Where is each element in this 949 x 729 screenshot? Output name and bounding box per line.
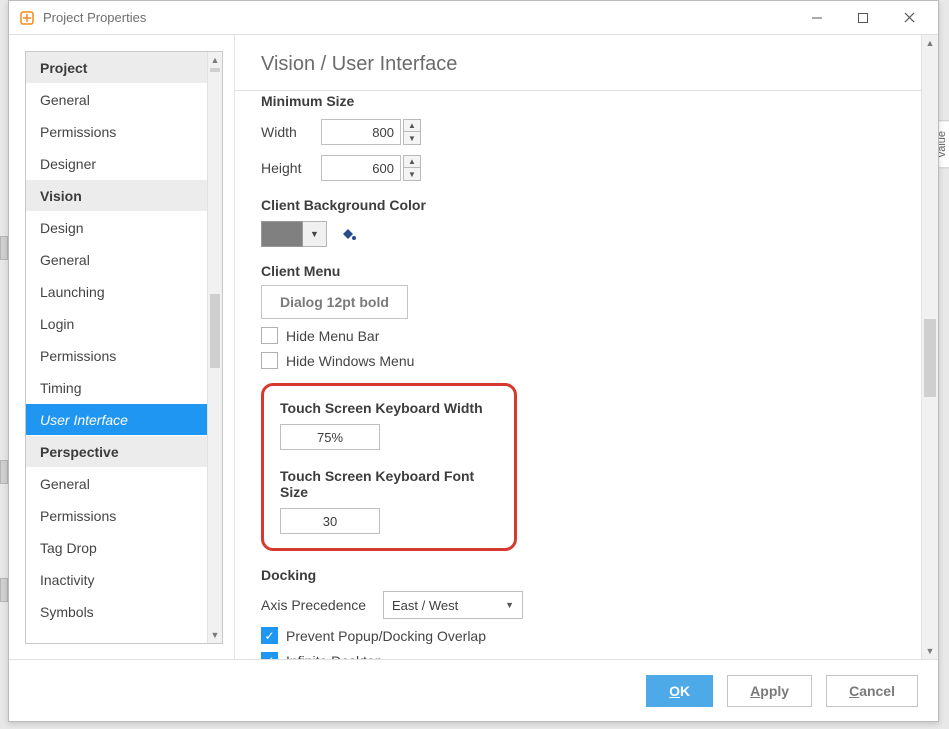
axis-precedence-row: Axis Precedence East / West ▼ xyxy=(261,591,895,619)
width-label: Width xyxy=(261,124,321,140)
infinite-desktop-label: Infinite Desktop xyxy=(286,653,383,660)
hide-windows-menu-row: Hide Windows Menu xyxy=(261,352,895,369)
nav-item-general[interactable]: General xyxy=(26,244,207,276)
nav-item-login[interactable]: Login xyxy=(26,308,207,340)
axis-precedence-select[interactable]: East / West ▼ xyxy=(383,591,523,619)
bg-color-picker: ▼ xyxy=(261,221,895,247)
dialog-body: Project General Permissions Designer Vis… xyxy=(9,35,938,659)
scroll-track[interactable] xyxy=(208,68,222,627)
cancel-button[interactable]: Cancel xyxy=(826,675,918,707)
spinner-down-icon[interactable]: ▼ xyxy=(403,132,421,145)
chevron-down-icon: ▼ xyxy=(505,600,514,610)
maximize-button[interactable] xyxy=(840,3,886,33)
nav-header-perspective[interactable]: Perspective xyxy=(26,436,207,468)
color-swatch[interactable] xyxy=(261,221,303,247)
nav-item-timing[interactable]: Timing xyxy=(26,372,207,404)
infinite-desktop-checkbox[interactable]: ✓ xyxy=(261,652,278,659)
axis-precedence-label: Axis Precedence xyxy=(261,597,383,613)
scroll-track[interactable] xyxy=(922,51,938,643)
prevent-overlap-row: ✓ Prevent Popup/Docking Overlap xyxy=(261,627,895,644)
section-client-menu: Client Menu xyxy=(261,263,895,279)
nav-item-design[interactable]: Design xyxy=(26,212,207,244)
nav-tree: Project General Permissions Designer Vis… xyxy=(25,51,223,644)
scroll-up-icon[interactable]: ▲ xyxy=(922,35,938,51)
sidebar-scrollbar[interactable]: ▲ ▼ xyxy=(207,52,222,643)
sidebar-container: Project General Permissions Designer Vis… xyxy=(9,35,235,659)
nav-list: Project General Permissions Designer Vis… xyxy=(26,52,207,643)
font-picker-button[interactable]: Dialog 12pt bold xyxy=(261,285,408,319)
spinner-up-icon[interactable]: ▲ xyxy=(403,155,421,168)
nav-item-user-interface[interactable]: User Interface xyxy=(26,404,207,436)
prevent-overlap-checkbox[interactable]: ✓ xyxy=(261,627,278,644)
kb-width-input[interactable] xyxy=(280,424,380,450)
nav-item-inactivity[interactable]: Inactivity xyxy=(26,564,207,596)
nav-item-general[interactable]: General xyxy=(26,468,207,500)
height-input[interactable] xyxy=(321,155,401,181)
content-column: Vision / User Interface Minimum Size Wid… xyxy=(235,35,938,659)
prevent-overlap-label: Prevent Popup/Docking Overlap xyxy=(286,628,486,644)
color-dropdown[interactable]: ▼ xyxy=(303,221,327,247)
nav-item-tag-drop[interactable]: Tag Drop xyxy=(26,532,207,564)
nav-item-general[interactable]: General xyxy=(26,84,207,116)
height-spinner[interactable]: ▲ ▼ xyxy=(403,155,421,181)
section-minimum-size: Minimum Size xyxy=(261,93,895,109)
width-row: Width ▲ ▼ xyxy=(261,119,895,145)
height-row: Height ▲ ▼ xyxy=(261,155,895,181)
scroll-thumb[interactable] xyxy=(210,68,220,72)
axis-precedence-value: East / West xyxy=(392,598,458,613)
gutter-nub xyxy=(0,236,8,260)
gutter-nub xyxy=(0,460,8,484)
scroll-down-icon[interactable]: ▼ xyxy=(922,643,938,659)
minimize-button[interactable] xyxy=(794,3,840,33)
project-properties-window: Project Properties Project General Permi… xyxy=(8,0,939,722)
scroll-thumb[interactable] xyxy=(210,294,220,368)
width-spinner[interactable]: ▲ ▼ xyxy=(403,119,421,145)
kb-font-input[interactable] xyxy=(280,508,380,534)
touchscreen-highlight: Touch Screen Keyboard Width Touch Screen… xyxy=(261,383,517,551)
form-body: Minimum Size Width ▲ ▼ Height xyxy=(235,91,921,659)
nav-header-vision[interactable]: Vision xyxy=(26,180,207,212)
gutter-nub xyxy=(0,578,8,602)
paint-bucket-icon[interactable] xyxy=(339,225,357,243)
scroll-down-icon[interactable]: ▼ xyxy=(208,627,222,643)
app-icon xyxy=(19,10,35,26)
section-bg-color: Client Background Color xyxy=(261,197,895,213)
nav-item-designer[interactable]: Designer xyxy=(26,148,207,180)
page-title: Vision / User Interface xyxy=(235,35,921,91)
dialog-footer: OK Apply Cancel xyxy=(9,659,938,721)
content-scrollbar[interactable]: ▲ ▼ xyxy=(921,35,938,659)
nav-item-launching[interactable]: Launching xyxy=(26,276,207,308)
section-docking: Docking xyxy=(261,567,895,583)
spinner-up-icon[interactable]: ▲ xyxy=(403,119,421,132)
nav-header-project[interactable]: Project xyxy=(26,52,207,84)
main-panel: Vision / User Interface Minimum Size Wid… xyxy=(235,35,921,659)
spinner-down-icon[interactable]: ▼ xyxy=(403,168,421,181)
hide-menu-bar-checkbox[interactable] xyxy=(261,327,278,344)
titlebar: Project Properties xyxy=(9,1,938,35)
nav-item-permissions[interactable]: Permissions xyxy=(26,500,207,532)
close-button[interactable] xyxy=(886,3,932,33)
window-title: Project Properties xyxy=(43,10,794,25)
infinite-desktop-row: ✓ Infinite Desktop xyxy=(261,652,895,659)
ok-button[interactable]: OK xyxy=(646,675,713,707)
apply-button[interactable]: Apply xyxy=(727,675,812,707)
nav-item-symbols[interactable]: Symbols xyxy=(26,596,207,628)
hide-menu-bar-label: Hide Menu Bar xyxy=(286,328,379,344)
hide-windows-menu-checkbox[interactable] xyxy=(261,352,278,369)
scroll-thumb[interactable] xyxy=(924,319,936,397)
scroll-up-icon[interactable]: ▲ xyxy=(208,52,222,68)
height-label: Height xyxy=(261,160,321,176)
section-kb-font: Touch Screen Keyboard Font Size xyxy=(280,468,498,500)
width-input[interactable] xyxy=(321,119,401,145)
hide-windows-menu-label: Hide Windows Menu xyxy=(286,353,414,369)
hide-menu-bar-row: Hide Menu Bar xyxy=(261,327,895,344)
left-gutter xyxy=(0,0,8,729)
section-kb-width: Touch Screen Keyboard Width xyxy=(280,400,498,416)
nav-item-permissions[interactable]: Permissions xyxy=(26,116,207,148)
nav-item-permissions[interactable]: Permissions xyxy=(26,340,207,372)
